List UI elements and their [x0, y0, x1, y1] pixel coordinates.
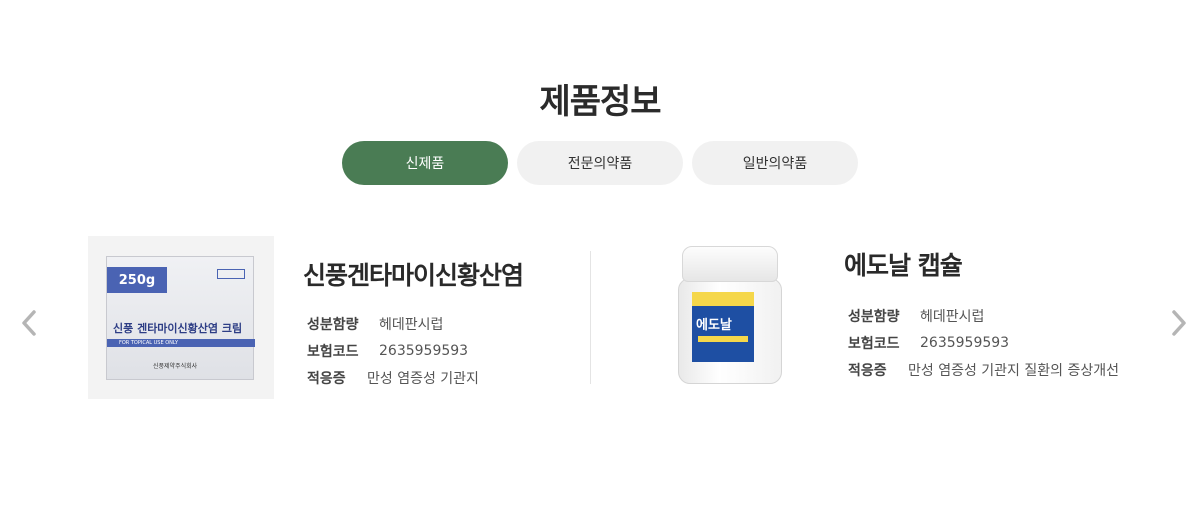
carousel-next-button[interactable]	[1167, 309, 1191, 337]
indication-label: 적응증	[307, 370, 346, 387]
insurance-label: 보험코드	[307, 343, 359, 360]
package-maker: 신풍제약주식회사	[153, 363, 198, 370]
info-row-indication: 적응증 만성 염증성 기관지 질환의 증상개선	[848, 356, 1119, 383]
package-weight: 250g	[107, 267, 167, 293]
info-row-ingredient: 성분함량 헤데판시럽	[307, 310, 479, 337]
insurance-label: 보험코드	[848, 335, 900, 352]
product-name[interactable]: 에도날 캡슐	[844, 246, 963, 282]
carousel-prev-button[interactable]	[17, 309, 41, 337]
info-row-insurance: 보험코드 2635959593	[307, 337, 479, 364]
indication-value: 만성 염증성 기관지	[367, 370, 479, 387]
label-stripe-bottom	[698, 336, 748, 342]
bottle-label: 에도날	[692, 292, 754, 362]
ingredient-value: 헤데판시럽	[920, 308, 985, 325]
insurance-value: 2635959593	[379, 342, 469, 359]
product-info: 성분함량 헤데판시럽 보험코드 2635959593 적응증 만성 염증성 기관…	[307, 310, 479, 391]
product-divider	[590, 251, 591, 384]
info-row-indication: 적응증 만성 염증성 기관지	[307, 364, 479, 391]
chevron-right-icon	[1172, 310, 1186, 336]
ingredient-value: 헤데판시럽	[379, 316, 444, 333]
product-package: 250g 신풍 겐타마이신황산염 크림 FOR TOPICAL USE ONLY…	[106, 256, 255, 380]
product-image[interactable]: 250g 신풍 겐타마이신황산염 크림 FOR TOPICAL USE ONLY…	[88, 236, 274, 399]
indication-value: 만성 염증성 기관지 질환의 증상개선	[908, 362, 1119, 379]
info-row-ingredient: 성분함량 헤데판시럽	[848, 302, 1119, 329]
package-subtitle: FOR TOPICAL USE ONLY	[107, 339, 255, 347]
product-bottle: 에도날	[678, 246, 782, 384]
section-title: 제품정보	[539, 82, 661, 122]
product-category-tabs: 신제품 전문의약품 일반의약품	[342, 141, 858, 185]
package-title: 신풍 겐타마이신황산염 크림	[113, 322, 243, 335]
product-info: 성분함량 헤데판시럽 보험코드 2635959593 적응증 만성 염증성 기관…	[848, 302, 1119, 383]
tab-otc-drugs[interactable]: 일반의약품	[692, 141, 858, 185]
tab-prescription-drugs[interactable]: 전문의약품	[517, 141, 683, 185]
info-row-insurance: 보험코드 2635959593	[848, 329, 1119, 356]
indication-label: 적응증	[848, 362, 887, 379]
chevron-left-icon	[22, 310, 36, 336]
ingredient-label: 성분함량	[848, 308, 900, 325]
tab-new-products[interactable]: 신제품	[342, 141, 508, 185]
product-name[interactable]: 신풍겐타마이신황산염	[303, 256, 524, 292]
ingredient-label: 성분함량	[307, 316, 359, 333]
bottle-cap	[682, 246, 778, 282]
insurance-value: 2635959593	[920, 334, 1010, 351]
product-image[interactable]: 에도날	[666, 240, 796, 390]
bottle-label-text: 에도날	[696, 318, 732, 333]
label-stripe-top	[692, 292, 754, 306]
package-tag	[217, 269, 245, 279]
